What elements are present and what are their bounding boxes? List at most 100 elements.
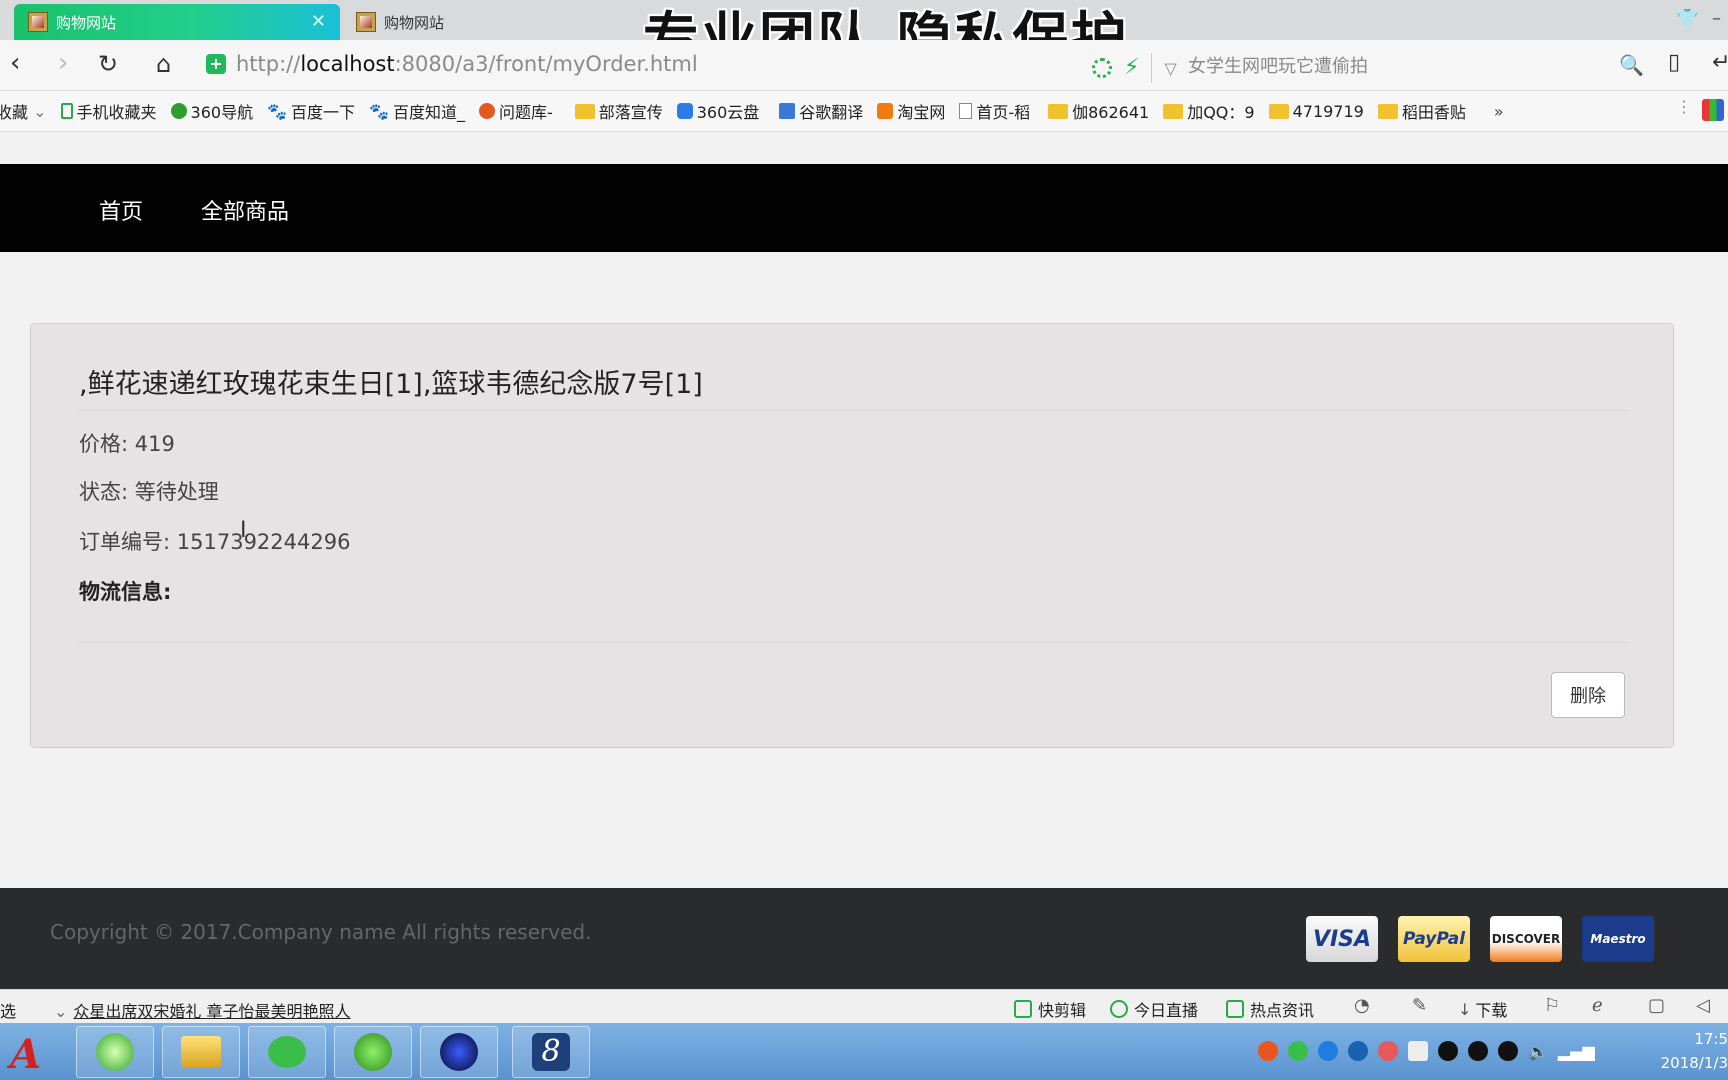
browser-icon [96, 1033, 134, 1071]
back-icon[interactable]: ‹ [10, 48, 20, 78]
home-icon[interactable]: ⌂ [156, 50, 171, 78]
search-box[interactable]: 女学生网吧玩它遭偷拍 🔍 [1188, 50, 1644, 80]
qq-icon[interactable] [1468, 1041, 1488, 1061]
ie-icon[interactable]: ℯ [1592, 995, 1603, 1016]
flag-icon[interactable]: ⚐ [1544, 995, 1560, 1016]
site-favicon-icon [28, 12, 48, 32]
forward-icon[interactable]: › [58, 48, 68, 78]
hot-news-button[interactable]: 热点资讯 [1226, 997, 1314, 1021]
window-icon[interactable]: ▢ [1648, 995, 1665, 1016]
apps-icon[interactable] [1702, 99, 1724, 121]
bookmark-item[interactable]: 稻田香贴 [1377, 99, 1466, 123]
logistics-label: 物流信息: [79, 580, 172, 604]
wechat-tray-icon[interactable] [1288, 1041, 1308, 1061]
bookmark-item[interactable]: 淘宝网 [877, 99, 945, 123]
browser-toolbar: ‹ › ↻ ⌂ + http://localhost:8080/a3/front… [0, 40, 1728, 91]
play-icon [1014, 1000, 1032, 1018]
price-value: 419 [134, 432, 175, 456]
text-cursor-icon: Ⅰ [240, 518, 247, 543]
download-button[interactable]: ↓ 下载 [1458, 997, 1507, 1021]
taskbar-clock[interactable]: 17:5 2018/1/3 [1648, 1027, 1728, 1075]
qq-icon[interactable] [1498, 1041, 1518, 1061]
bookmark-item[interactable]: 首页-稻 [959, 99, 1030, 123]
clipboard-tray-icon[interactable] [1408, 1041, 1428, 1061]
tab-inactive[interactable]: 购物网站 [342, 4, 642, 40]
paw-icon: 🐾 [369, 101, 389, 121]
visa-card-icon: VISA [1306, 916, 1378, 962]
delete-order-button[interactable]: 删除 [1551, 672, 1625, 718]
bookmark-item[interactable]: 伽862641 [1048, 99, 1149, 123]
minimize-icon[interactable]: – [1712, 8, 1721, 29]
network-icon[interactable]: ▂▄▆ [1558, 1042, 1595, 1061]
taskbar-media[interactable] [420, 1026, 498, 1078]
bookmark-item[interactable]: 🐾 百度知道_ [369, 99, 465, 123]
secure-shield-icon: + [206, 54, 226, 74]
folder-icon [1048, 103, 1069, 119]
tab-title: 购物网站 [384, 13, 445, 32]
volume-tray-icon[interactable]: 🔈 [1528, 1042, 1548, 1061]
search-icon[interactable]: 🔍 [1619, 53, 1644, 77]
url-path: :8080/a3/front/myOrder.html [394, 52, 698, 76]
wechat-icon [268, 1036, 306, 1068]
exit-icon[interactable]: ↵ [1712, 50, 1728, 75]
taskbar-browser[interactable] [76, 1026, 154, 1078]
browser-status-bar: 选 ⌄ 众星出席双宋婚礼 章子怡最美明艳照人 快剪辑 今日直播 热点资讯 ◔ ✎ … [0, 989, 1728, 1024]
more-bookmarks-icon[interactable]: » [1494, 102, 1504, 121]
speed-dial-icon[interactable] [1092, 58, 1112, 78]
bookmark-item[interactable]: 谷歌翻译 [779, 99, 863, 123]
skin-icon[interactable]: 👕 [1676, 8, 1698, 29]
menu-dots-icon[interactable]: ⋮ [1676, 97, 1692, 116]
download-icon: ↓ [1458, 999, 1472, 1019]
lightning-icon[interactable]: ⚡ [1124, 57, 1139, 79]
browser-tray-icon[interactable] [1318, 1041, 1338, 1061]
speed-icon[interactable]: ◔ [1354, 995, 1370, 1016]
discover-card-icon: DISCOVER [1490, 916, 1562, 962]
dropdown-icon[interactable]: ▽ [1164, 59, 1176, 78]
input-method-icon[interactable] [1258, 1041, 1278, 1061]
taskbar-explorer[interactable] [162, 1026, 240, 1078]
order-panel: ,鲜花速递红玫瑰花束生日[1],篮球韦德纪念版7号[1] 价格: 419 状态:… [30, 323, 1674, 748]
divider [79, 642, 1627, 643]
close-tab-icon[interactable]: ✕ [311, 11, 326, 32]
order-number-value: 1517392244296 [176, 530, 351, 554]
quick-edit-button[interactable]: 快剪辑 [1014, 997, 1086, 1021]
volume-icon[interactable]: ◁ [1696, 995, 1710, 1016]
nav-all-products-link[interactable]: 全部商品 [201, 194, 289, 226]
address-bar[interactable]: + http://localhost:8080/a3/front/myOrder… [206, 45, 1166, 83]
reload-icon[interactable]: ↻ [98, 50, 118, 78]
bookmark-item[interactable]: 加QQ：9 [1163, 99, 1255, 123]
news-link[interactable]: 众星出席双宋婚礼 章子怡最美明艳照人 [73, 1002, 350, 1021]
qq-icon[interactable] [1438, 1041, 1458, 1061]
folder-icon [1377, 103, 1398, 119]
live-button[interactable]: 今日直播 [1110, 997, 1198, 1021]
security-tray-icon[interactable] [1378, 1041, 1398, 1061]
nav360-icon [170, 103, 187, 119]
bookmark-item[interactable]: 360云盘 [676, 99, 759, 123]
ide-icon: 8 [532, 1033, 570, 1071]
bookmark-item[interactable]: 部落宣传 [574, 99, 663, 123]
page-icon [959, 103, 973, 119]
status-value: 等待处理 [134, 480, 219, 504]
order-title: ,鲜花速递红玫瑰花束生日[1],篮球韦德纪念版7号[1] [79, 369, 703, 400]
taskbar-wechat[interactable] [248, 1026, 326, 1078]
pin-icon[interactable]: ✎ [1412, 995, 1427, 1016]
k-tray-icon[interactable] [1348, 1041, 1368, 1061]
bookmark-item[interactable]: 问题库- [478, 99, 553, 123]
tab-active[interactable]: 购物网站 ✕ [14, 4, 340, 40]
taskbar-app[interactable] [334, 1026, 412, 1078]
start-logo-icon[interactable]: A [10, 1031, 41, 1078]
s-icon [478, 103, 495, 119]
tablet-mode-icon[interactable]: ▯ [1668, 50, 1680, 75]
bookmark-item[interactable]: 手机收藏夹 [60, 99, 157, 123]
search-placeholder: 女学生网吧玩它遭偷拍 [1188, 56, 1368, 77]
news-ticker[interactable]: ⌄ 众星出席双宋婚礼 章子怡最美明艳照人 [54, 998, 351, 1022]
bookmark-item[interactable]: 收藏 ⌄ [0, 99, 47, 123]
folder-icon [1268, 103, 1289, 119]
bookmark-item[interactable]: 360导航 [170, 99, 253, 123]
bookmark-item[interactable]: 🐾 百度一下 [267, 99, 355, 123]
nav-home-link[interactable]: 首页 [99, 194, 143, 226]
taskbar-ide[interactable]: 8 [512, 1026, 590, 1078]
separator [1151, 53, 1153, 83]
bookmark-item[interactable]: 4719719 [1268, 102, 1364, 121]
url-protocol: http:// [236, 52, 301, 76]
